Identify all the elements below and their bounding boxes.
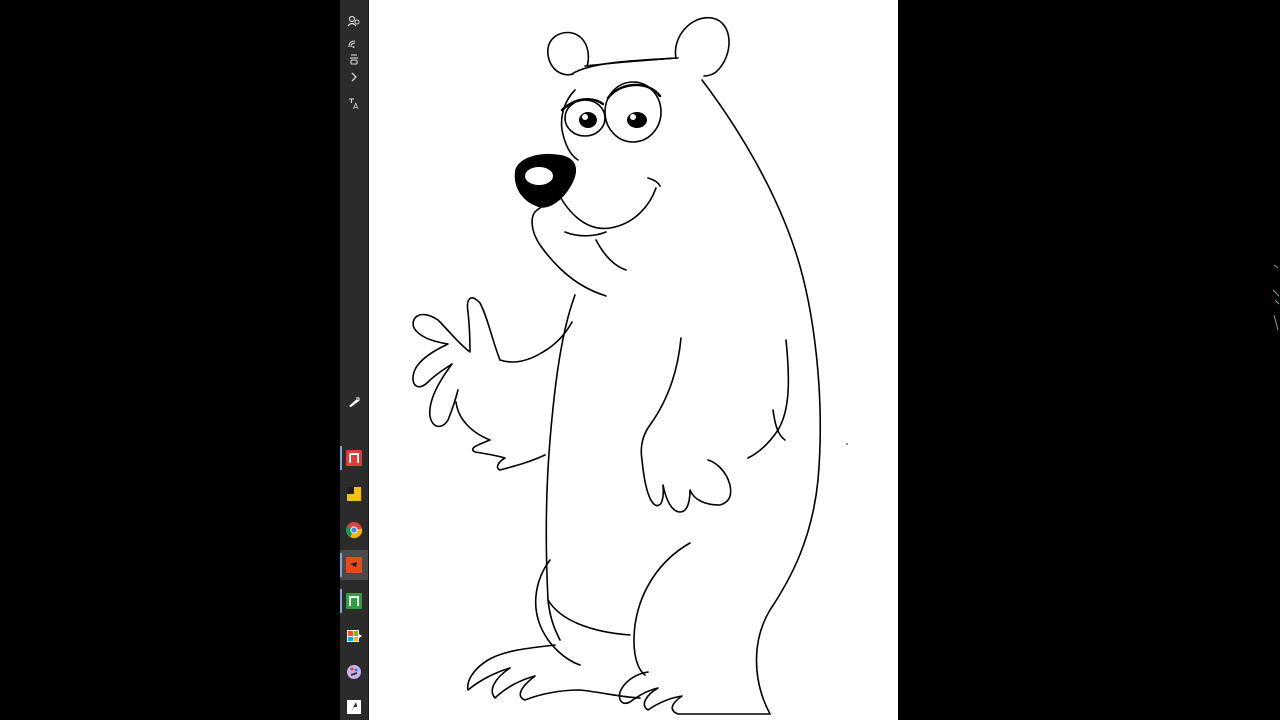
right-ear [674, 17, 730, 77]
sticky-notes-tile[interactable] [340, 479, 368, 509]
editor-app-tile[interactable] [340, 692, 368, 720]
taskbar: A [340, 0, 369, 720]
svg-text:A: A [353, 102, 359, 110]
video-app-tile[interactable] [340, 550, 368, 580]
app-red-icon [346, 450, 362, 466]
people-icon[interactable] [346, 14, 362, 28]
left-foot [466, 644, 641, 701]
video-app-icon [346, 557, 362, 573]
raised-arm [499, 321, 573, 363]
sticky-notes-icon [347, 487, 361, 501]
chrome-tile[interactable] [340, 515, 368, 545]
hanging-arm [640, 337, 732, 513]
running-indicator [340, 589, 342, 613]
paint-icon [347, 665, 361, 679]
running-indicator [340, 553, 342, 577]
language-icon[interactable]: A [346, 96, 362, 110]
arm-fur [455, 401, 546, 471]
store-tile[interactable] [340, 621, 368, 651]
desktop-screen: A [0, 0, 1280, 720]
bear-drawing [412, 17, 848, 715]
chrome-icon [345, 522, 363, 539]
wifi-icon[interactable] [346, 36, 362, 50]
back-outline [701, 79, 821, 715]
screen-edge-artifact [1272, 260, 1280, 350]
smile [554, 185, 657, 230]
store-icon [347, 630, 362, 642]
drawing-canvas[interactable] [369, 0, 898, 720]
paint-tile[interactable] [340, 657, 368, 687]
app-red-tile[interactable] [340, 443, 368, 473]
chevron-right-icon[interactable] [346, 70, 362, 84]
pen-cursor-icon[interactable] [346, 395, 362, 409]
app-green-tile[interactable] [340, 586, 368, 616]
editor-app-icon [347, 700, 361, 714]
volume-icon[interactable] [346, 52, 362, 66]
right-foot [618, 671, 771, 715]
right-leg [633, 542, 691, 676]
running-indicator [340, 446, 342, 470]
app-green-icon [346, 593, 362, 609]
